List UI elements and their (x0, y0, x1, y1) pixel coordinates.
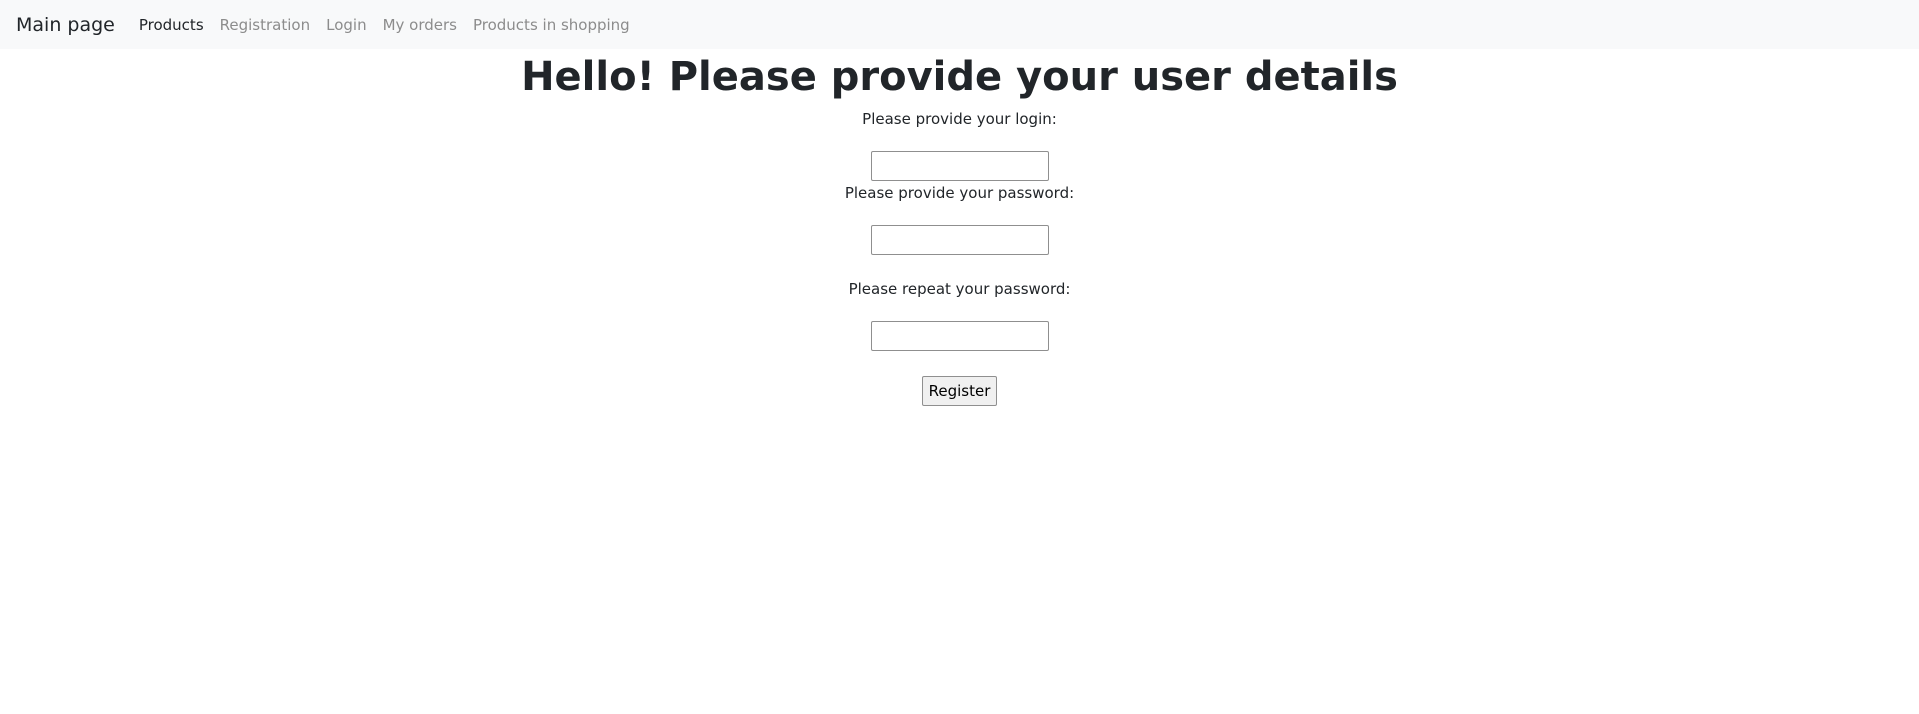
brand-main-page-link[interactable]: Main page (16, 14, 115, 36)
login-label: Please provide your login: (862, 110, 1057, 128)
page-title: Hello! Please provide your user details (521, 54, 1398, 100)
registration-form: Hello! Please provide your user details … (0, 49, 1919, 406)
nav-link-login[interactable]: Login (326, 16, 366, 34)
nav-link-my-orders[interactable]: My orders (383, 16, 457, 34)
nav-link-registration[interactable]: Registration (220, 16, 310, 34)
register-button[interactable]: Register (921, 376, 998, 406)
login-input[interactable] (870, 151, 1049, 181)
repeat-password-input[interactable] (870, 321, 1049, 351)
password-input[interactable] (870, 225, 1049, 255)
navbar: Main page Products Registration Login My… (0, 0, 1919, 49)
repeat-password-label: Please repeat your password: (848, 280, 1071, 298)
nav-link-products-in-shopping[interactable]: Products in shopping (473, 16, 630, 34)
nav-link-products[interactable]: Products (139, 16, 204, 34)
password-label: Please provide your password: (844, 184, 1075, 202)
